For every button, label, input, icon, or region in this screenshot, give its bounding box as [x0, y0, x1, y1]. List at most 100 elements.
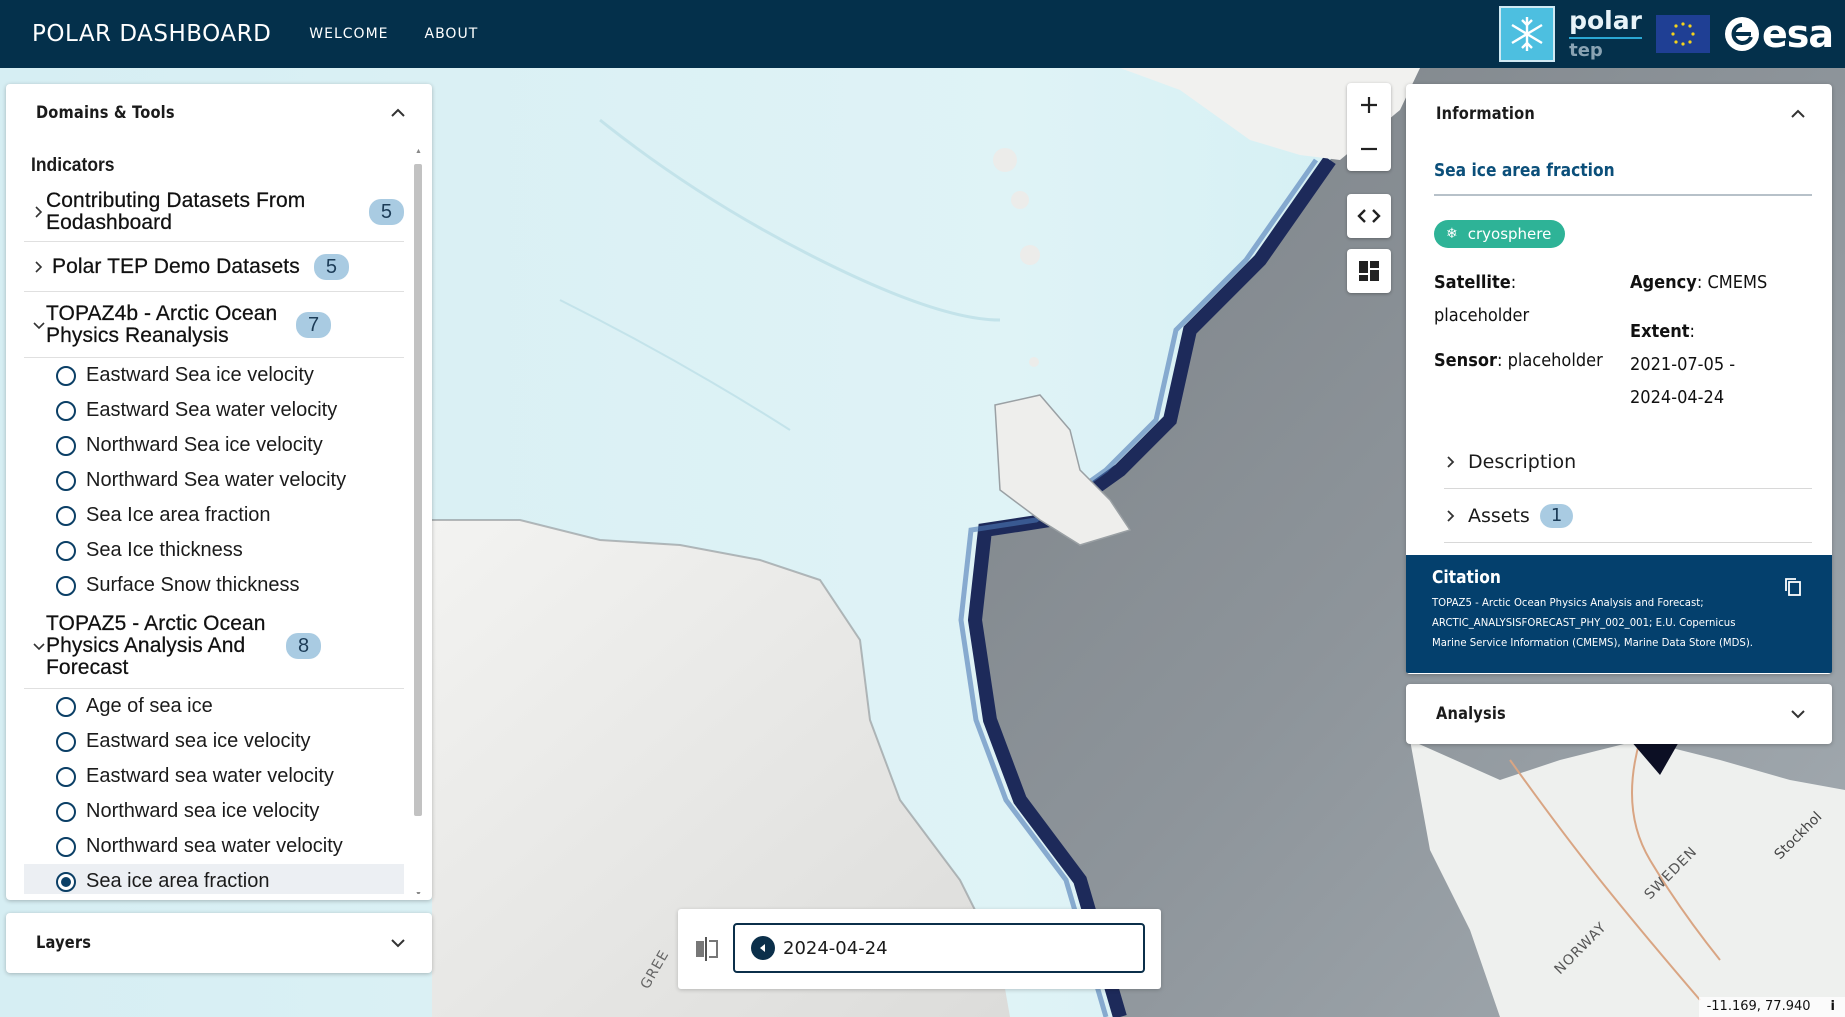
app-title[interactable]: POLAR DASHBOARD	[32, 21, 271, 47]
radio-button[interactable]	[56, 731, 76, 752]
extent-meta: Extent: 2021-07-05 - 2024-04-24	[1630, 321, 1736, 408]
indicator-item[interactable]: Eastward sea ice velocity	[24, 724, 404, 759]
citation-box: Citation TOPAZ5 - Arctic Ocean Physics A…	[1406, 555, 1832, 673]
radio-button[interactable]	[56, 365, 76, 386]
cursor-coordinates: -11.169, 77.940	[1706, 999, 1811, 1014]
radio-button[interactable]	[56, 836, 76, 857]
domains-tools-title: Domains & Tools	[36, 103, 175, 123]
zoom-controls	[1347, 83, 1391, 171]
radio-button-selected[interactable]	[56, 871, 76, 892]
analysis-panel[interactable]: Analysis	[1406, 684, 1832, 744]
indicator-item[interactable]: Sea Ice area fraction	[24, 498, 404, 533]
assets-expander[interactable]: Assets 1	[1444, 489, 1812, 543]
group-polar-tep-demo[interactable]: Polar TEP Demo Datasets 5	[24, 242, 404, 292]
chevron-right-icon	[1447, 509, 1455, 522]
radio-button[interactable]	[56, 540, 76, 561]
indicator-item[interactable]: Age of sea ice	[24, 689, 404, 724]
date-selector[interactable]: 2024-04-24	[733, 923, 1145, 973]
previous-date-button[interactable]	[751, 936, 775, 960]
radio-button[interactable]	[56, 470, 76, 491]
chevron-down-icon	[33, 642, 45, 650]
chevron-down-icon[interactable]	[390, 935, 406, 951]
group-count-badge: 5	[368, 198, 404, 225]
radio-button[interactable]	[56, 575, 76, 596]
indicator-item[interactable]: Northward Sea ice velocity	[24, 428, 404, 463]
citation-title: Citation	[1432, 567, 1501, 588]
embed-code-button[interactable]	[1347, 194, 1391, 238]
layers-panel[interactable]: Layers	[6, 913, 432, 973]
radio-button[interactable]	[56, 696, 76, 717]
chevron-right-icon	[35, 205, 43, 218]
copy-icon[interactable]	[1784, 577, 1802, 597]
group-count-badge: 7	[296, 311, 332, 338]
domain-tag-label: cryosphere	[1467, 225, 1552, 243]
minus-icon	[1361, 147, 1377, 151]
information-title: Information	[1436, 104, 1535, 124]
sensor-meta: Sensor: placeholder	[1434, 350, 1603, 371]
group-contributing-datasets[interactable]: Contributing Datasets From Eodashboard 5	[24, 182, 404, 242]
chevron-up-icon[interactable]	[390, 105, 406, 121]
zoom-out-button[interactable]	[1347, 127, 1391, 171]
radio-button[interactable]	[56, 400, 76, 421]
dashboard-button[interactable]	[1347, 249, 1391, 293]
nav-welcome[interactable]: WELCOME	[309, 26, 388, 42]
description-expander[interactable]: Description	[1444, 435, 1812, 489]
radio-button[interactable]	[56, 505, 76, 526]
compare-icon[interactable]	[694, 935, 720, 963]
indicator-item[interactable]: Eastward sea water velocity	[24, 759, 404, 794]
group-title: Contributing Datasets From Eodashboard	[46, 188, 306, 234]
satellite-meta: Satellite: placeholder	[1434, 272, 1530, 326]
chevron-down-icon	[33, 321, 45, 329]
indicator-item[interactable]: Northward Sea water velocity	[24, 463, 404, 498]
zoom-in-button[interactable]	[1347, 83, 1391, 127]
indicator-tree: Indicators Contributing Datasets From Eo…	[24, 142, 424, 894]
citation-text: TOPAZ5 - Arctic Ocean Physics Analysis a…	[1432, 596, 1754, 649]
nav-about[interactable]: ABOUT	[425, 26, 479, 42]
indicator-item[interactable]: Surface Snow thickness	[24, 568, 404, 603]
group-title: Polar TEP Demo Datasets	[52, 254, 300, 278]
eu-flag-icon	[1655, 15, 1710, 53]
group-title: TOPAZ4b - Arctic Ocean Physics Reanalysi…	[46, 301, 278, 347]
indicators-heading: Indicators	[31, 155, 115, 176]
indicator-item[interactable]: Sea Ice thickness	[24, 533, 404, 568]
indicator-item[interactable]: Eastward Sea water velocity	[24, 393, 404, 428]
tree-scrollbar[interactable]: ▲ ▼	[412, 148, 424, 894]
agency-meta: Agency: CMEMS	[1630, 272, 1768, 293]
indicator-item[interactable]: Northward sea ice velocity	[24, 794, 404, 829]
group-title: TOPAZ5 - Arctic Ocean Physics Analysis A…	[46, 611, 266, 679]
snowflake-logo-icon	[1499, 6, 1556, 62]
radio-button[interactable]	[56, 435, 76, 456]
group-count-badge: 8	[286, 632, 322, 659]
domains-tools-header[interactable]: Domains & Tools	[6, 84, 432, 142]
polar-tep-logo: polar tep	[1569, 6, 1642, 61]
dashboard-control	[1347, 249, 1391, 293]
code-brackets-icon	[1357, 209, 1381, 223]
coordinate-readout: -11.169, 77.940 i	[1698, 997, 1845, 1017]
embed-code-control	[1347, 194, 1391, 238]
assets-count-badge: 1	[1539, 503, 1574, 528]
scrollbar-thumb[interactable]	[414, 164, 422, 816]
scroll-up-icon[interactable]: ▲	[415, 148, 422, 155]
radio-button[interactable]	[56, 801, 76, 822]
scroll-down-icon[interactable]: ▼	[415, 891, 422, 894]
information-header[interactable]: Information	[1406, 84, 1832, 144]
group-topaz4b[interactable]: TOPAZ4b - Arctic Ocean Physics Reanalysi…	[24, 292, 404, 358]
layers-title: Layers	[36, 933, 92, 953]
indicator-item[interactable]: Northward sea water velocity	[24, 829, 404, 864]
chevron-right-icon	[35, 260, 43, 273]
chevron-up-icon[interactable]	[1790, 106, 1806, 122]
radio-button[interactable]	[56, 766, 76, 787]
chevron-down-icon[interactable]	[1790, 706, 1806, 722]
dashboard-grid-icon	[1359, 261, 1379, 281]
domains-tools-panel: Domains & Tools Indicators Contributing …	[6, 84, 432, 900]
group-count-badge: 5	[313, 253, 349, 280]
group-topaz5[interactable]: TOPAZ5 - Arctic Ocean Physics Analysis A…	[24, 603, 404, 689]
date-value: 2024-04-24	[783, 937, 888, 959]
attribution-info-icon[interactable]: i	[1831, 999, 1835, 1017]
indicator-item-selected[interactable]: Sea ice area fraction	[24, 864, 404, 894]
domain-tag[interactable]: ❄ cryosphere	[1434, 220, 1566, 248]
top-navigation-bar: POLAR DASHBOARD WELCOME ABOUT polar tep …	[0, 0, 1845, 68]
indicator-item[interactable]: Eastward Sea ice velocity	[24, 358, 404, 393]
esa-emblem-icon	[1724, 17, 1759, 51]
dataset-title: Sea ice area fraction	[1434, 160, 1615, 181]
